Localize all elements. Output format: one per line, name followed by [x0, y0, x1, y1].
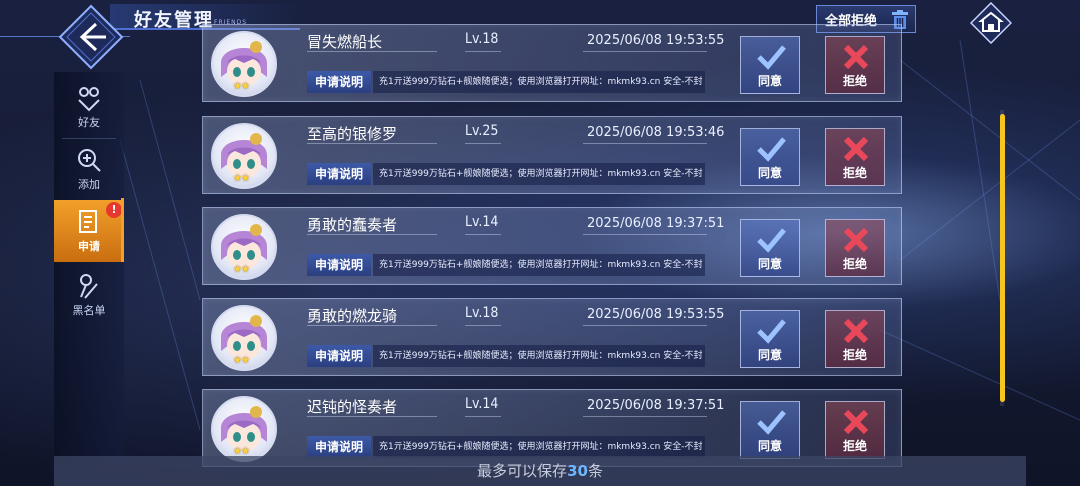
rank-stars: ★★	[233, 81, 250, 92]
agree-button[interactable]: 同意	[740, 128, 800, 186]
checkmark-icon	[757, 137, 786, 162]
close-icon	[843, 409, 869, 435]
request-note-text: 充1亓送999万钻石+舰娘随便选；使用浏览器打开网址：mkmk93.cn 安全-…	[373, 254, 705, 276]
rank-stars: ★★	[233, 264, 250, 275]
scrollbar-thumb[interactable]	[1000, 114, 1005, 402]
player-name: 至高的银修罗	[307, 125, 398, 143]
agree-button[interactable]: 同意	[740, 36, 800, 94]
request-note-label: 申请说明	[307, 254, 371, 276]
reject-button[interactable]: 拒绝	[825, 36, 885, 94]
request-note-label: 申请说明	[307, 163, 371, 185]
agree-label: 同意	[757, 348, 782, 362]
agree-label: 同意	[757, 74, 782, 88]
name-underline	[307, 51, 437, 52]
level-underline	[465, 51, 501, 52]
player-level: Lv.25	[465, 123, 499, 139]
close-icon	[843, 44, 869, 70]
name-underline	[307, 143, 437, 144]
reject-button[interactable]: 拒绝	[825, 401, 885, 459]
close-icon	[843, 136, 869, 162]
request-note-label: 申请说明	[307, 436, 371, 458]
time-underline	[583, 143, 707, 144]
request-list: ★★ 冒失燃船长 Lv.18 2025/06/08 19:53:55 申请说明 …	[0, 0, 1080, 486]
footer-suffix: 条	[587, 462, 603, 480]
agree-button[interactable]: 同意	[740, 310, 800, 368]
agree-label: 同意	[757, 439, 782, 453]
reject-label: 拒绝	[842, 257, 867, 271]
request-note-text: 充1亓送999万钻石+舰娘随便选；使用浏览器打开网址：mkmk93.cn 安全-…	[373, 345, 705, 367]
agree-button[interactable]: 同意	[740, 219, 800, 277]
close-icon	[843, 227, 869, 253]
time-underline	[583, 234, 707, 235]
reject-button[interactable]: 拒绝	[825, 310, 885, 368]
player-level: Lv.18	[465, 305, 499, 321]
reject-label: 拒绝	[842, 348, 867, 362]
rank-stars: ★★	[233, 173, 250, 184]
player-level: Lv.14	[465, 214, 499, 230]
level-underline	[465, 143, 501, 144]
reject-label: 拒绝	[842, 166, 867, 180]
name-underline	[307, 416, 437, 417]
agree-button[interactable]: 同意	[740, 401, 800, 459]
player-name: 迟钝的怪奏者	[307, 398, 398, 416]
reject-label: 拒绝	[842, 439, 867, 453]
level-underline	[465, 234, 501, 235]
request-time: 2025/06/08 19:53:55	[587, 33, 725, 48]
request-note-label: 申请说明	[307, 345, 371, 367]
player-level: Lv.14	[465, 396, 499, 412]
request-time: 2025/06/08 19:53:46	[587, 125, 725, 140]
agree-label: 同意	[757, 257, 782, 271]
checkmark-icon	[757, 228, 786, 253]
name-underline	[307, 234, 437, 235]
player-name: 勇敢的燃龙骑	[307, 307, 398, 325]
checkmark-icon	[757, 410, 786, 435]
time-underline	[583, 51, 707, 52]
name-underline	[307, 325, 437, 326]
level-underline	[465, 416, 501, 417]
reject-button[interactable]: 拒绝	[825, 219, 885, 277]
request-time: 2025/06/08 19:53:55	[587, 307, 725, 322]
checkmark-icon	[757, 319, 786, 344]
rank-stars: ★★	[233, 355, 250, 366]
footer-count: 30	[567, 462, 588, 480]
request-note-text: 充1亓送999万钻石+舰娘随便选；使用浏览器打开网址：mkmk93.cn 安全-…	[373, 163, 705, 185]
request-note-text: 充1亓送999万钻石+舰娘随便选；使用浏览器打开网址：mkmk93.cn 安全-…	[373, 436, 705, 458]
reject-label: 拒绝	[842, 74, 867, 88]
agree-label: 同意	[757, 166, 782, 180]
request-note-label: 申请说明	[307, 71, 371, 93]
close-icon	[843, 318, 869, 344]
time-underline	[583, 325, 707, 326]
reject-button[interactable]: 拒绝	[825, 128, 885, 186]
time-underline	[583, 416, 707, 417]
checkmark-icon	[757, 45, 786, 70]
player-level: Lv.18	[465, 31, 499, 47]
player-name: 冒失燃船长	[307, 33, 383, 51]
player-name: 勇敢的蠢奏者	[307, 216, 398, 234]
footer-capacity-note: 最多可以保存30条	[54, 456, 1026, 486]
footer-prefix: 最多可以保存	[477, 462, 568, 480]
request-time: 2025/06/08 19:37:51	[587, 398, 725, 413]
request-time: 2025/06/08 19:37:51	[587, 216, 725, 231]
request-note-text: 充1亓送999万钻石+舰娘随便选；使用浏览器打开网址：mkmk93.cn 安全-…	[373, 71, 705, 93]
level-underline	[465, 325, 501, 326]
